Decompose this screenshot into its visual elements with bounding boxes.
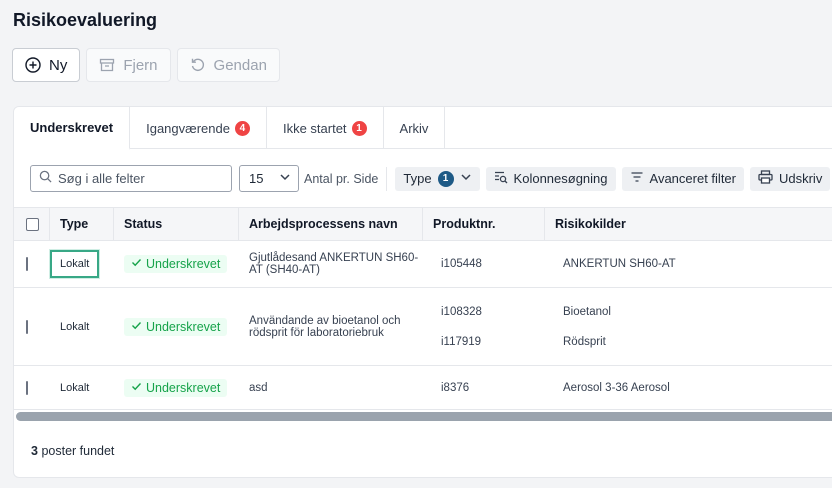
search-box[interactable] bbox=[30, 165, 232, 192]
remove-button[interactable]: Fjern bbox=[86, 48, 171, 82]
advanced-filter-label: Avanceret filter bbox=[649, 171, 736, 186]
result-count-label: poster fundet bbox=[41, 444, 115, 458]
tab-label: Ikke startet bbox=[282, 120, 347, 136]
restore-button[interactable]: Gendan bbox=[176, 48, 280, 82]
undo-icon bbox=[190, 57, 206, 73]
divider bbox=[386, 166, 388, 191]
risk-source: ANKERTUN SH60-AT bbox=[563, 258, 676, 270]
column-header-type[interactable]: Type bbox=[50, 208, 114, 240]
print-label: Udskriv bbox=[778, 171, 823, 186]
content-panel: Underskrevet Igangværende 4 Ikke startet… bbox=[13, 106, 832, 478]
column-search-label: Kolonnesøgning bbox=[513, 171, 608, 186]
column-header-risk[interactable]: Risikokilder bbox=[545, 208, 832, 240]
column-search-button[interactable]: Kolonnesøgning bbox=[485, 166, 616, 191]
risk-source: Bioetanol bbox=[563, 305, 611, 318]
select-all-cell bbox=[14, 208, 50, 240]
horizontal-scrollbar[interactable] bbox=[16, 412, 832, 421]
new-button-label: Ny bbox=[49, 56, 68, 74]
product-number: i117919 bbox=[441, 335, 482, 348]
status-badge: Underskrevet bbox=[124, 317, 228, 336]
tab-label: Arkiv bbox=[399, 120, 429, 136]
new-button[interactable]: Ny bbox=[12, 48, 81, 82]
toolbar: Ny Fjern Gendan bbox=[12, 48, 280, 82]
result-count: 3 poster fundet bbox=[31, 444, 114, 458]
product-number: i108328 bbox=[441, 305, 482, 318]
tab-not-started[interactable]: Ikke startet 1 bbox=[267, 107, 384, 149]
chevron-down-icon bbox=[460, 171, 472, 186]
type-filter-label: Type bbox=[403, 171, 432, 186]
check-icon bbox=[131, 381, 142, 395]
advanced-filter-button[interactable]: Avanceret filter bbox=[621, 166, 744, 191]
page-size-select[interactable]: 15 bbox=[239, 165, 299, 192]
type-cell-highlighted[interactable]: Lokalt bbox=[50, 250, 100, 278]
filter-icon bbox=[630, 170, 644, 187]
tab-label: Underskrevet bbox=[30, 120, 114, 135]
status-badge: Underskrevet bbox=[124, 378, 228, 397]
archive-icon bbox=[99, 57, 115, 73]
type-filter-button[interactable]: Type 1 bbox=[395, 166, 480, 191]
tab-archive[interactable]: Arkiv bbox=[384, 107, 446, 149]
search-icon bbox=[39, 170, 52, 188]
printer-icon bbox=[758, 170, 773, 187]
tab-in-progress[interactable]: Igangværende 4 bbox=[130, 107, 267, 149]
table-row[interactable]: Lokalt Underskrevet asd i8376 Aerosol 3-… bbox=[14, 366, 832, 410]
chevron-down-icon bbox=[279, 171, 291, 186]
risk-source: Rödsprit bbox=[563, 335, 606, 348]
column-header-name[interactable]: Arbejdsprocessens navn bbox=[239, 208, 423, 240]
scrollbar-thumb[interactable] bbox=[16, 412, 832, 421]
row-checkbox[interactable] bbox=[26, 319, 28, 334]
row-checkbox[interactable] bbox=[26, 257, 28, 271]
print-button[interactable]: Udskriv bbox=[749, 166, 831, 191]
product-number: i8376 bbox=[441, 381, 470, 394]
result-count-number: 3 bbox=[31, 444, 38, 458]
count-badge: 1 bbox=[351, 120, 367, 136]
type-cell: Lokalt bbox=[60, 320, 90, 333]
status-badge: Underskrevet bbox=[124, 255, 228, 273]
product-number: i105448 bbox=[441, 258, 482, 270]
process-name: Gjutlådesand ANKERTUN SH60-AT (SH40-AT) bbox=[249, 252, 419, 276]
table-row[interactable]: Lokalt Underskrevet Användande av bioeta… bbox=[14, 288, 832, 366]
page-size-value: 15 bbox=[249, 171, 264, 186]
tab-signed[interactable]: Underskrevet bbox=[14, 107, 131, 150]
type-filter-count: 1 bbox=[437, 170, 454, 187]
select-all-checkbox[interactable] bbox=[26, 217, 39, 231]
remove-button-label: Fjern bbox=[123, 56, 158, 74]
count-badge: 4 bbox=[234, 120, 250, 136]
column-header-product[interactable]: Produktnr. bbox=[423, 208, 545, 240]
status-text: Underskrevet bbox=[146, 257, 221, 271]
data-table: Type Status Arbejdsprocessens navn Produ… bbox=[14, 207, 832, 410]
tab-bar: Underskrevet Igangværende 4 Ikke startet… bbox=[14, 107, 832, 150]
risk-source: Aerosol 3-36 Aerosol bbox=[563, 381, 670, 394]
plus-circle-icon bbox=[25, 57, 41, 73]
type-cell: Lokalt bbox=[60, 381, 90, 394]
check-icon bbox=[131, 320, 142, 334]
row-checkbox[interactable] bbox=[26, 380, 28, 395]
restore-button-label: Gendan bbox=[213, 56, 267, 74]
check-icon bbox=[131, 257, 142, 271]
per-page-label: Antal pr. Side bbox=[304, 171, 379, 186]
tab-label: Igangværende bbox=[146, 120, 230, 136]
status-text: Underskrevet bbox=[146, 319, 221, 334]
filter-bar: 15 Antal pr. Side Type 1 Kolonnesøgning … bbox=[30, 165, 832, 192]
table-header: Type Status Arbejdsprocessens navn Produ… bbox=[14, 207, 832, 241]
table-row[interactable]: Lokalt Underskrevet Gjutlådesand ANKERTU… bbox=[14, 241, 832, 288]
search-input[interactable] bbox=[58, 171, 218, 186]
process-name: Användande av bioetanol och rödsprit för… bbox=[249, 314, 401, 339]
column-header-status[interactable]: Status bbox=[114, 208, 239, 240]
status-text: Underskrevet bbox=[146, 380, 221, 395]
column-search-icon bbox=[494, 170, 508, 187]
process-name: asd bbox=[249, 381, 268, 394]
page-title: Risikoevaluering bbox=[13, 10, 158, 30]
